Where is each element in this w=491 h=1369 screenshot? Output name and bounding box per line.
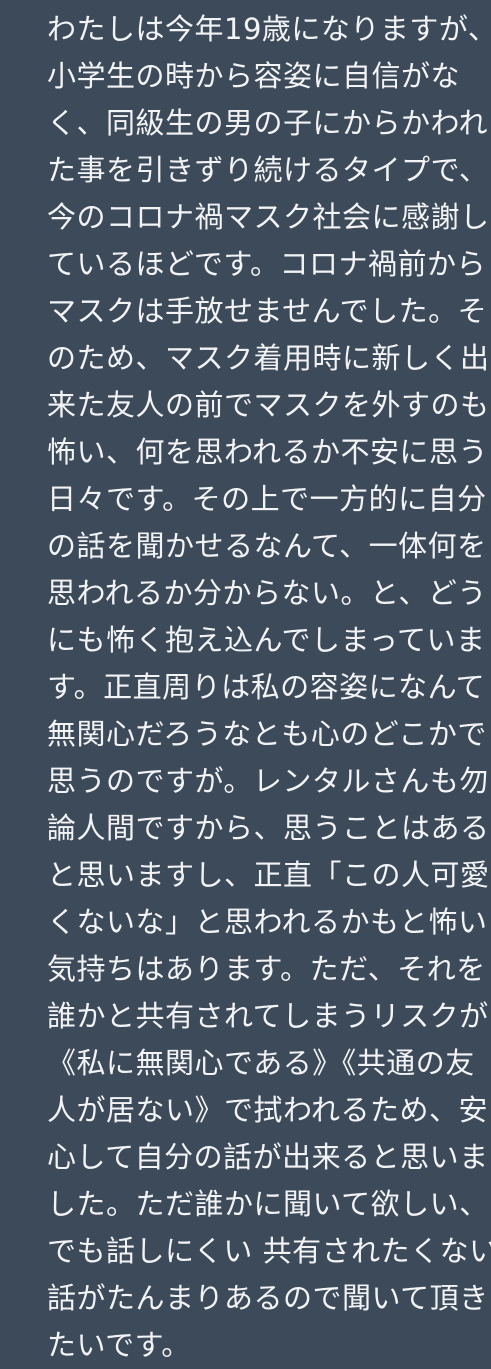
message-line: 来た友人の前でマスクを外すのも (47, 388, 490, 422)
message-line: た事を引きずり続けるタイプで、 (47, 153, 489, 187)
message-line: 小学生の時から容姿に自信がな (47, 59, 461, 93)
message-line: す。正直周りは私の容姿になんて (47, 670, 486, 704)
message-line: 怖い、何を思われるか不安に思う (47, 435, 489, 469)
message-line: 無関心だろうなとも心のどこかで (47, 717, 487, 751)
message-body: わたしは今年19歳になりますが、 小学生の時から容姿に自信がな く、同級生の男の… (47, 6, 491, 1369)
message-line: ているほどです。コロナ禍前から (47, 247, 487, 281)
message-line: 《私に無関心である》《共通の友 (47, 1046, 475, 1080)
message-line: 話がたんまりあるので聞いて頂き (47, 1281, 489, 1315)
message-line: 気持ちはあります。ただ、それを (47, 952, 486, 986)
message-line: 誰かと共有されてしまうリスクが (47, 999, 489, 1033)
message-line: の話を聞かせるなんて、一体何を (47, 529, 487, 563)
message-line: く、同級生の男の子にからかわれ (47, 106, 489, 140)
message-line: 論人間ですから、思うことはある (47, 811, 490, 845)
message-line: のため、マスク着用時に新しく出 (47, 341, 490, 375)
message-line: わたしは今年19歳になりますが、 (47, 12, 491, 46)
message-line: と思いますし、正直「この人可愛 (47, 858, 490, 892)
message-line: 人が居ない》で拭われるため、安 (47, 1093, 489, 1127)
message-line: 思われるか分からない。と、どう (47, 576, 487, 610)
message-panel: わたしは今年19歳になりますが、 小学生の時から容姿に自信がな く、同級生の男の… (0, 0, 491, 1362)
message-line: 今のコロナ禍マスク社会に感謝し (47, 200, 490, 234)
message-line: でも話しにくい 共有されたくない (47, 1234, 491, 1268)
message-line: した。ただ誰かに聞いて欲しい、 (47, 1187, 489, 1221)
message-line: 心して自分の話が出来ると思いま (47, 1140, 489, 1174)
message-line: にも怖く抱え込んでしまっていま (47, 623, 486, 657)
message-line: 日々です。その上で一方的に自分 (47, 482, 487, 516)
message-line: マスクは手放せませんでした。そ (47, 294, 488, 328)
message-line: たいです。 (47, 1328, 191, 1362)
message-line: くないな」と思われるかもと怖い (47, 905, 488, 939)
message-line: 思うのですが。レンタルさんも勿 (47, 764, 489, 798)
